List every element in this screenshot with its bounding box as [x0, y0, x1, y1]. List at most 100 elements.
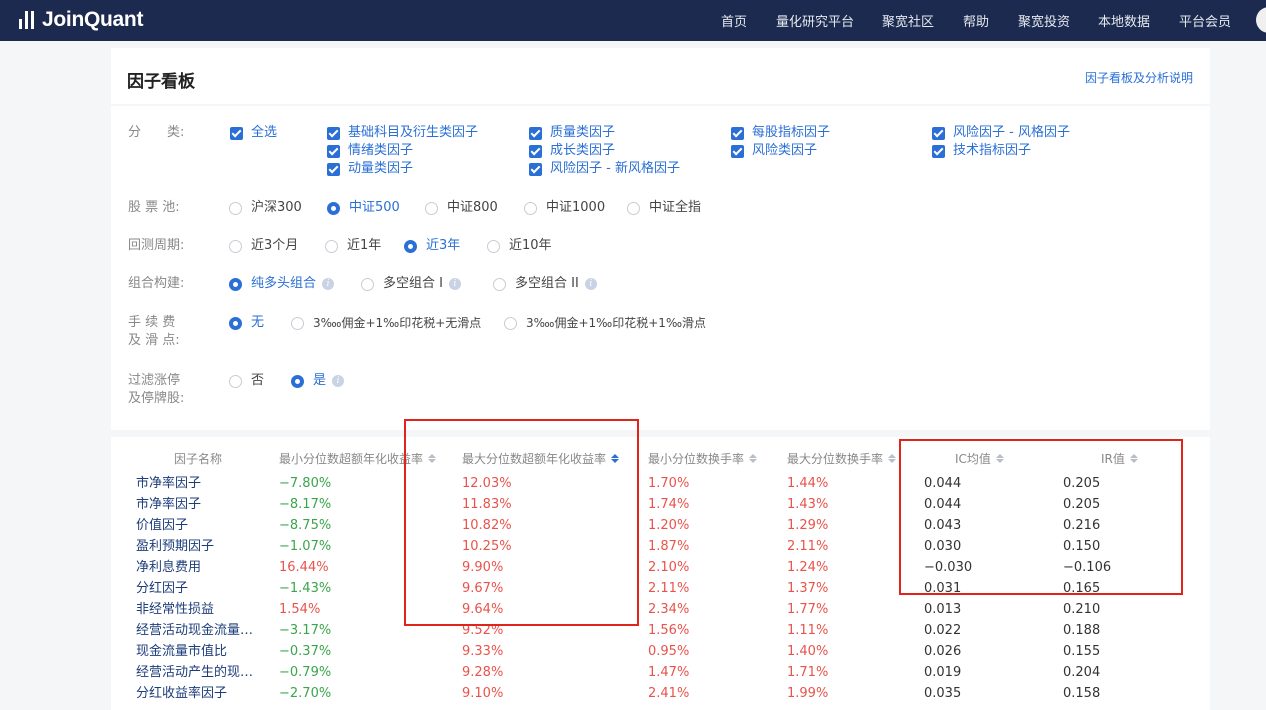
nav-local-data[interactable]: 本地数据	[1098, 11, 1150, 30]
period-option[interactable]: 近10年	[487, 237, 552, 255]
checkbox-checked-icon[interactable]	[731, 144, 744, 158]
cell-factor-name[interactable]: 分红因子	[136, 580, 254, 598]
checkbox-checked-icon[interactable]	[327, 144, 340, 158]
table-row[interactable]: 市净率因子 −7.80% 12.03% 1.70% 1.44% 0.044 0.205	[111, 474, 1210, 495]
category-item[interactable]: 动量类因子	[327, 160, 413, 178]
radio-selected-icon[interactable]	[404, 239, 417, 253]
info-icon[interactable]: i	[322, 278, 335, 290]
category-item[interactable]: 每股指标因子	[731, 124, 830, 142]
fee-option[interactable]: 3‱佣金+1‰印花税+1‰滑点	[504, 314, 706, 332]
user-avatar[interactable]	[1256, 7, 1266, 33]
table-row[interactable]: 现金流量市值比 −0.37% 9.33% 0.95% 1.40% 0.026 0.155	[111, 642, 1210, 663]
table-row[interactable]: 分红因子 −1.43% 9.67% 2.11% 1.37% 0.031 0.165	[111, 579, 1210, 600]
category-item[interactable]: 成长类因子	[529, 142, 615, 160]
category-select-all[interactable]: 全选	[230, 124, 277, 142]
sort-icon[interactable]	[1129, 454, 1138, 463]
checkbox-checked-icon[interactable]	[529, 162, 542, 176]
col-header-max-excess-return[interactable]: 最大分位数超额年化收益率	[462, 450, 620, 467]
table-row[interactable]: 经营活动现金流量… −3.17% 9.52% 1.56% 1.11% 0.022 0.188	[111, 621, 1210, 642]
portfolio-option[interactable]: 多空组合 Ii	[361, 275, 461, 293]
cell-factor-name[interactable]: 市净率因子	[136, 496, 254, 514]
checkbox-checked-icon[interactable]	[932, 126, 945, 140]
cell-factor-name[interactable]: 经营活动产生的现…	[136, 664, 254, 682]
radio-icon[interactable]	[229, 201, 242, 215]
radio-selected-icon[interactable]	[229, 277, 242, 291]
limit-option[interactable]: 否	[229, 372, 264, 390]
sort-icon[interactable]	[888, 454, 897, 463]
radio-icon[interactable]	[493, 277, 506, 291]
cell-factor-name[interactable]: 现金流量市值比	[136, 643, 254, 661]
nav-help[interactable]: 帮助	[963, 11, 989, 30]
pool-option[interactable]: 中证800	[425, 199, 498, 217]
checkbox-checked-icon[interactable]	[327, 126, 340, 140]
sort-desc-active-icon[interactable]	[611, 454, 620, 463]
cell-factor-name[interactable]: 价值因子	[136, 517, 254, 535]
info-icon[interactable]: i	[448, 278, 461, 290]
joinquant-logo[interactable]: JoinQuant	[19, 7, 143, 33]
cell-factor-name[interactable]: 市净率因子	[136, 475, 254, 493]
category-item[interactable]: 情绪类因子	[327, 142, 413, 160]
checkbox-checked-icon[interactable]	[230, 126, 243, 140]
pool-option[interactable]: 中证1000	[524, 199, 605, 217]
checkbox-checked-icon[interactable]	[327, 162, 340, 176]
col-header-min-excess-return[interactable]: 最小分位数超额年化收益率	[279, 450, 437, 467]
nav-research-platform[interactable]: 量化研究平台	[776, 11, 854, 30]
table-row[interactable]: 经营活动产生的现… −0.79% 9.28% 1.47% 1.71% 0.019 0.204	[111, 663, 1210, 684]
period-option[interactable]: 近3个月	[229, 237, 298, 255]
radio-icon[interactable]	[425, 201, 438, 215]
radio-selected-icon[interactable]	[327, 201, 340, 215]
portfolio-option-selected[interactable]: 纯多头组合 i	[229, 275, 335, 293]
category-item[interactable]: 风险因子 - 新风格因子	[529, 160, 680, 178]
table-row[interactable]: 市净率因子 −8.17% 11.83% 1.74% 1.43% 0.044 0.205	[111, 495, 1210, 516]
radio-icon[interactable]	[627, 201, 640, 215]
nav-investment[interactable]: 聚宽投资	[1018, 11, 1070, 30]
radio-icon[interactable]	[487, 239, 500, 253]
category-item[interactable]: 基础科目及衍生类因子	[327, 124, 478, 142]
pool-option[interactable]: 沪深300	[229, 199, 302, 217]
col-header-max-turnover[interactable]: 最大分位数换手率	[787, 450, 897, 467]
checkbox-checked-icon[interactable]	[932, 144, 945, 158]
radio-icon[interactable]	[524, 201, 537, 215]
info-icon[interactable]: i	[584, 278, 597, 290]
radio-selected-icon[interactable]	[291, 374, 304, 388]
radio-icon[interactable]	[229, 239, 242, 253]
category-item[interactable]: 质量类因子	[529, 124, 615, 142]
radio-icon[interactable]	[504, 316, 517, 330]
table-row[interactable]: 价值因子 −8.75% 10.82% 1.20% 1.29% 0.043 0.216	[111, 516, 1210, 537]
category-item[interactable]: 风险因子 - 风格因子	[932, 124, 1070, 142]
pool-option-selected[interactable]: 中证500	[327, 199, 400, 217]
table-row[interactable]: 非经常性损益 1.54% 9.64% 2.34% 1.77% 0.013 0.210	[111, 600, 1210, 621]
cell-factor-name[interactable]: 盈利预期因子	[136, 538, 254, 556]
radio-icon[interactable]	[291, 316, 304, 330]
limit-option-selected[interactable]: 是i	[291, 372, 345, 390]
sort-icon[interactable]	[995, 454, 1004, 463]
fee-option-selected[interactable]: 无	[229, 314, 264, 332]
category-item[interactable]: 风险类因子	[731, 142, 817, 160]
category-item[interactable]: 技术指标因子	[932, 142, 1031, 160]
radio-selected-icon[interactable]	[229, 316, 242, 330]
cell-factor-name[interactable]: 经营活动现金流量…	[136, 622, 254, 640]
period-option[interactable]: 近1年	[325, 237, 381, 255]
fee-option[interactable]: 3‱佣金+1‰印花税+无滑点	[291, 314, 481, 332]
cell-factor-name[interactable]: 分红收益率因子	[136, 685, 254, 703]
sort-icon[interactable]	[749, 454, 758, 463]
period-option-selected[interactable]: 近3年	[404, 237, 460, 255]
info-icon[interactable]: i	[332, 375, 345, 387]
nav-home[interactable]: 首页	[721, 11, 747, 30]
cell-factor-name[interactable]: 非经常性损益	[136, 601, 254, 619]
table-row[interactable]: 分红收益率因子 −2.70% 9.10% 2.41% 1.99% 0.035 0.158	[111, 684, 1210, 705]
col-header-ir[interactable]: IR值	[1101, 450, 1138, 467]
radio-icon[interactable]	[229, 374, 242, 388]
table-row[interactable]: 净利息费用 16.44% 9.90% 2.10% 1.24% −0.030 −0.106	[111, 558, 1210, 579]
radio-icon[interactable]	[325, 239, 338, 253]
table-row[interactable]: 盈利预期因子 −1.07% 10.25% 1.87% 2.11% 0.030 0.150	[111, 537, 1210, 558]
checkbox-checked-icon[interactable]	[731, 126, 744, 140]
col-header-ic-mean[interactable]: IC均值	[955, 450, 1004, 467]
nav-membership[interactable]: 平台会员	[1179, 11, 1231, 30]
help-link[interactable]: 因子看板及分析说明	[1085, 69, 1193, 86]
radio-icon[interactable]	[361, 277, 374, 291]
checkbox-checked-icon[interactable]	[529, 126, 542, 140]
checkbox-checked-icon[interactable]	[529, 144, 542, 158]
sort-icon[interactable]	[428, 454, 437, 463]
portfolio-option[interactable]: 多空组合 II i	[493, 275, 597, 293]
